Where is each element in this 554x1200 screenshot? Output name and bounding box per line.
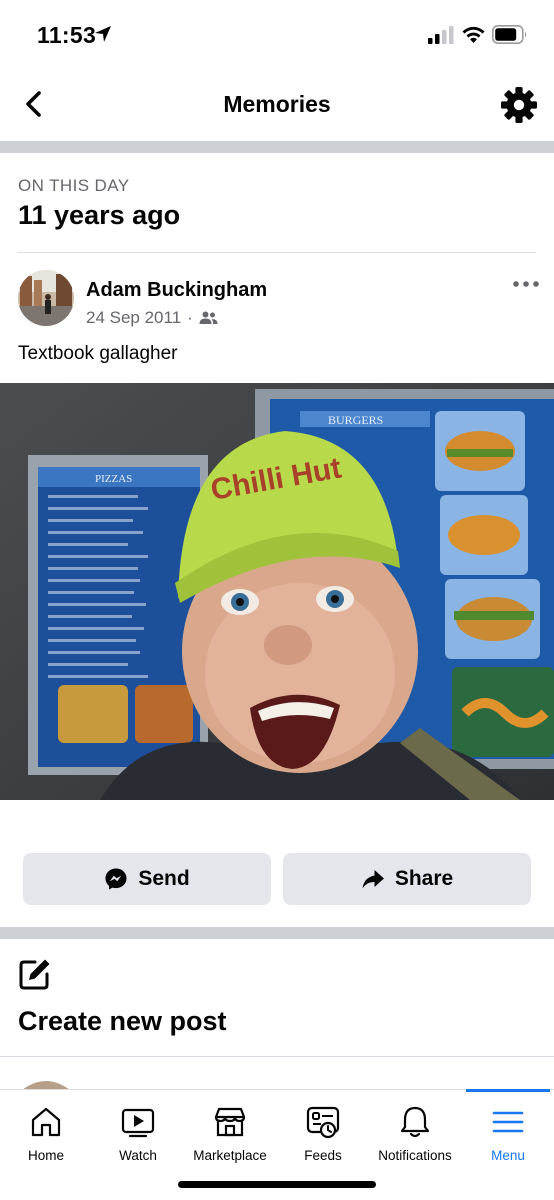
years-ago-heading: 11 years ago xyxy=(18,200,181,230)
location-arrow-icon xyxy=(95,26,111,42)
post-photo[interactable]: PIZZAS BURGERS Chilli Hut xyxy=(0,383,554,800)
top-nav: Memories xyxy=(0,70,554,140)
battery-icon xyxy=(492,25,527,44)
friends-icon xyxy=(199,311,218,324)
bell-icon xyxy=(400,1106,430,1138)
send-button[interactable]: Send xyxy=(23,853,271,905)
settings-gear-button[interactable] xyxy=(500,86,538,124)
meta-separator: · xyxy=(187,308,193,327)
section-divider-2 xyxy=(0,927,554,939)
on-this-day-label: ON THIS DAY xyxy=(18,176,130,195)
shop-icon xyxy=(214,1107,246,1137)
post-author[interactable]: Adam Buckingham xyxy=(86,279,267,302)
tab-menu-label: Menu xyxy=(491,1148,525,1163)
header-divider xyxy=(18,252,536,253)
author-avatar[interactable] xyxy=(18,270,74,326)
messenger-icon xyxy=(105,868,127,890)
page-title: Memories xyxy=(223,91,331,117)
status-bar: 11:53 xyxy=(0,0,554,70)
create-new-post-heading[interactable]: Create new post xyxy=(18,1006,227,1037)
tab-home[interactable]: Home xyxy=(0,1090,92,1170)
menu-right-title: BURGERS xyxy=(328,413,383,427)
feeds-icon xyxy=(306,1106,340,1139)
tab-feeds[interactable]: Feeds xyxy=(277,1090,369,1170)
tab-watch[interactable]: Watch xyxy=(92,1090,184,1170)
post-date[interactable]: 24 Sep 2011 xyxy=(86,308,181,328)
home-indicator xyxy=(178,1181,376,1188)
more-options-icon[interactable] xyxy=(512,278,540,290)
home-icon xyxy=(31,1107,61,1137)
post-text: Textbook gallagher xyxy=(18,343,178,364)
wifi-icon xyxy=(462,26,485,43)
share-label: Share xyxy=(394,867,454,890)
tab-notifications[interactable]: Notifications xyxy=(369,1090,461,1170)
video-icon xyxy=(121,1108,155,1138)
share-arrow-icon xyxy=(362,870,384,889)
create-post-divider xyxy=(0,1056,554,1057)
menu-left-title: PIZZAS xyxy=(95,473,132,485)
tab-marketplace[interactable]: Marketplace xyxy=(184,1090,276,1170)
tab-menu[interactable]: Menu xyxy=(462,1090,554,1170)
cellular-signal-icon xyxy=(428,26,454,44)
post-meta: 24 Sep 2011 · xyxy=(86,308,218,328)
edit-post-icon[interactable] xyxy=(18,957,52,991)
send-label: Send xyxy=(138,867,190,890)
status-time: 11:53 xyxy=(37,22,97,48)
menu-icon xyxy=(492,1111,524,1133)
section-divider xyxy=(0,141,554,153)
share-button[interactable]: Share xyxy=(283,853,531,905)
